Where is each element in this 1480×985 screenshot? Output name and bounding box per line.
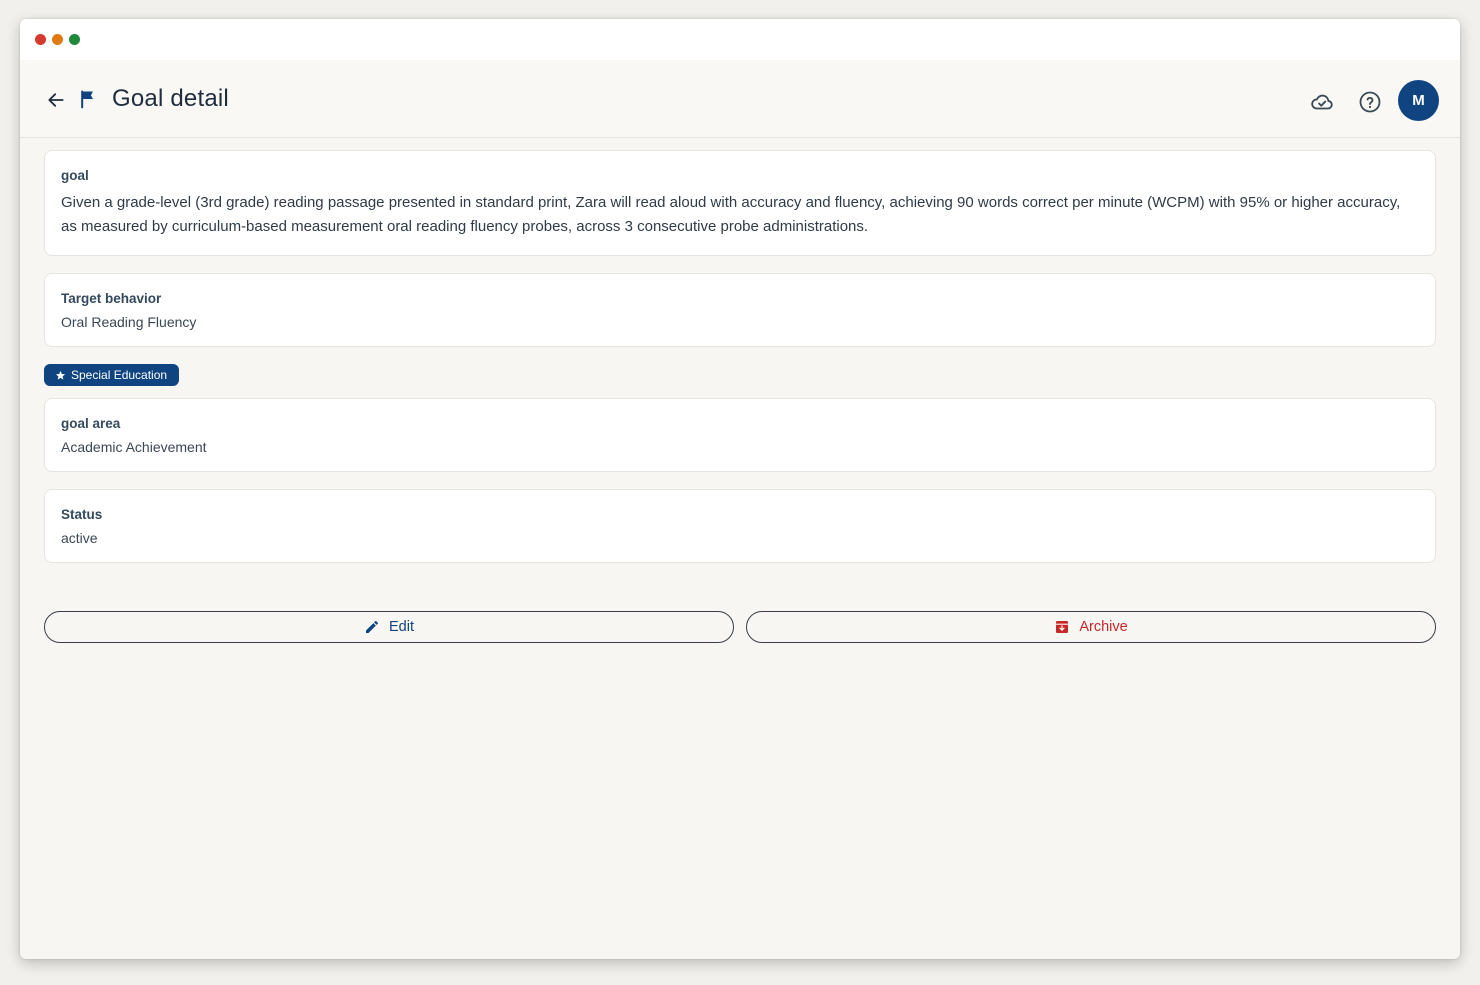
star-icon: [55, 370, 66, 380]
target-behavior-label: Target behavior: [61, 291, 162, 306]
arrow-left-icon: [48, 93, 64, 107]
archive-button[interactable]: Archive: [746, 611, 1436, 643]
status-label: Status: [61, 507, 103, 522]
target-behavior-card: Target behavior Oral Reading Fluency: [44, 273, 1436, 347]
status-value: active: [61, 530, 98, 546]
edit-button[interactable]: Edit: [44, 611, 734, 643]
archive-button-label: Archive: [1079, 619, 1128, 635]
window-minimize-button[interactable]: [52, 34, 63, 45]
category-chip: Special Education: [44, 364, 180, 386]
goal-area-value: Academic Achievement: [61, 439, 207, 455]
page-title: Goal detail: [112, 85, 229, 112]
goal-area-label: goal area: [61, 416, 121, 431]
sync-button[interactable]: [1308, 88, 1336, 116]
user-avatar[interactable]: M: [1398, 80, 1439, 121]
help-button[interactable]: [1356, 88, 1384, 116]
window-maximize-button[interactable]: [69, 34, 80, 45]
flag-icon: [81, 90, 93, 109]
status-card: Status active: [44, 489, 1436, 563]
window-close-button[interactable]: [35, 34, 46, 45]
archive-icon: [1056, 621, 1069, 633]
goal-card: goal Given a grade-level (3rd grade) rea…: [44, 150, 1436, 256]
goal-detail-content: goal Given a grade-level (3rd grade) rea…: [44, 150, 1436, 580]
window-titlebar: [20, 19, 1460, 60]
back-button[interactable]: [42, 88, 70, 112]
app-window: Goal detail M goal Given a grade-level (…: [20, 19, 1460, 959]
edit-button-label: Edit: [389, 619, 414, 635]
action-buttons: Edit Archive: [44, 611, 1436, 643]
goal-text: Given a grade-level (3rd grade) reading …: [61, 194, 1401, 235]
target-behavior-value: Oral Reading Fluency: [61, 314, 197, 330]
help-circle-icon: [1359, 91, 1381, 113]
goal-label: goal: [61, 168, 89, 183]
goal-area-card: goal area Academic Achievement: [44, 398, 1436, 472]
category-chip-label: Special Education: [71, 368, 168, 382]
app-header: Goal detail M: [20, 60, 1460, 138]
pencil-icon: [366, 620, 378, 633]
cloud-check-icon: [1311, 94, 1333, 110]
